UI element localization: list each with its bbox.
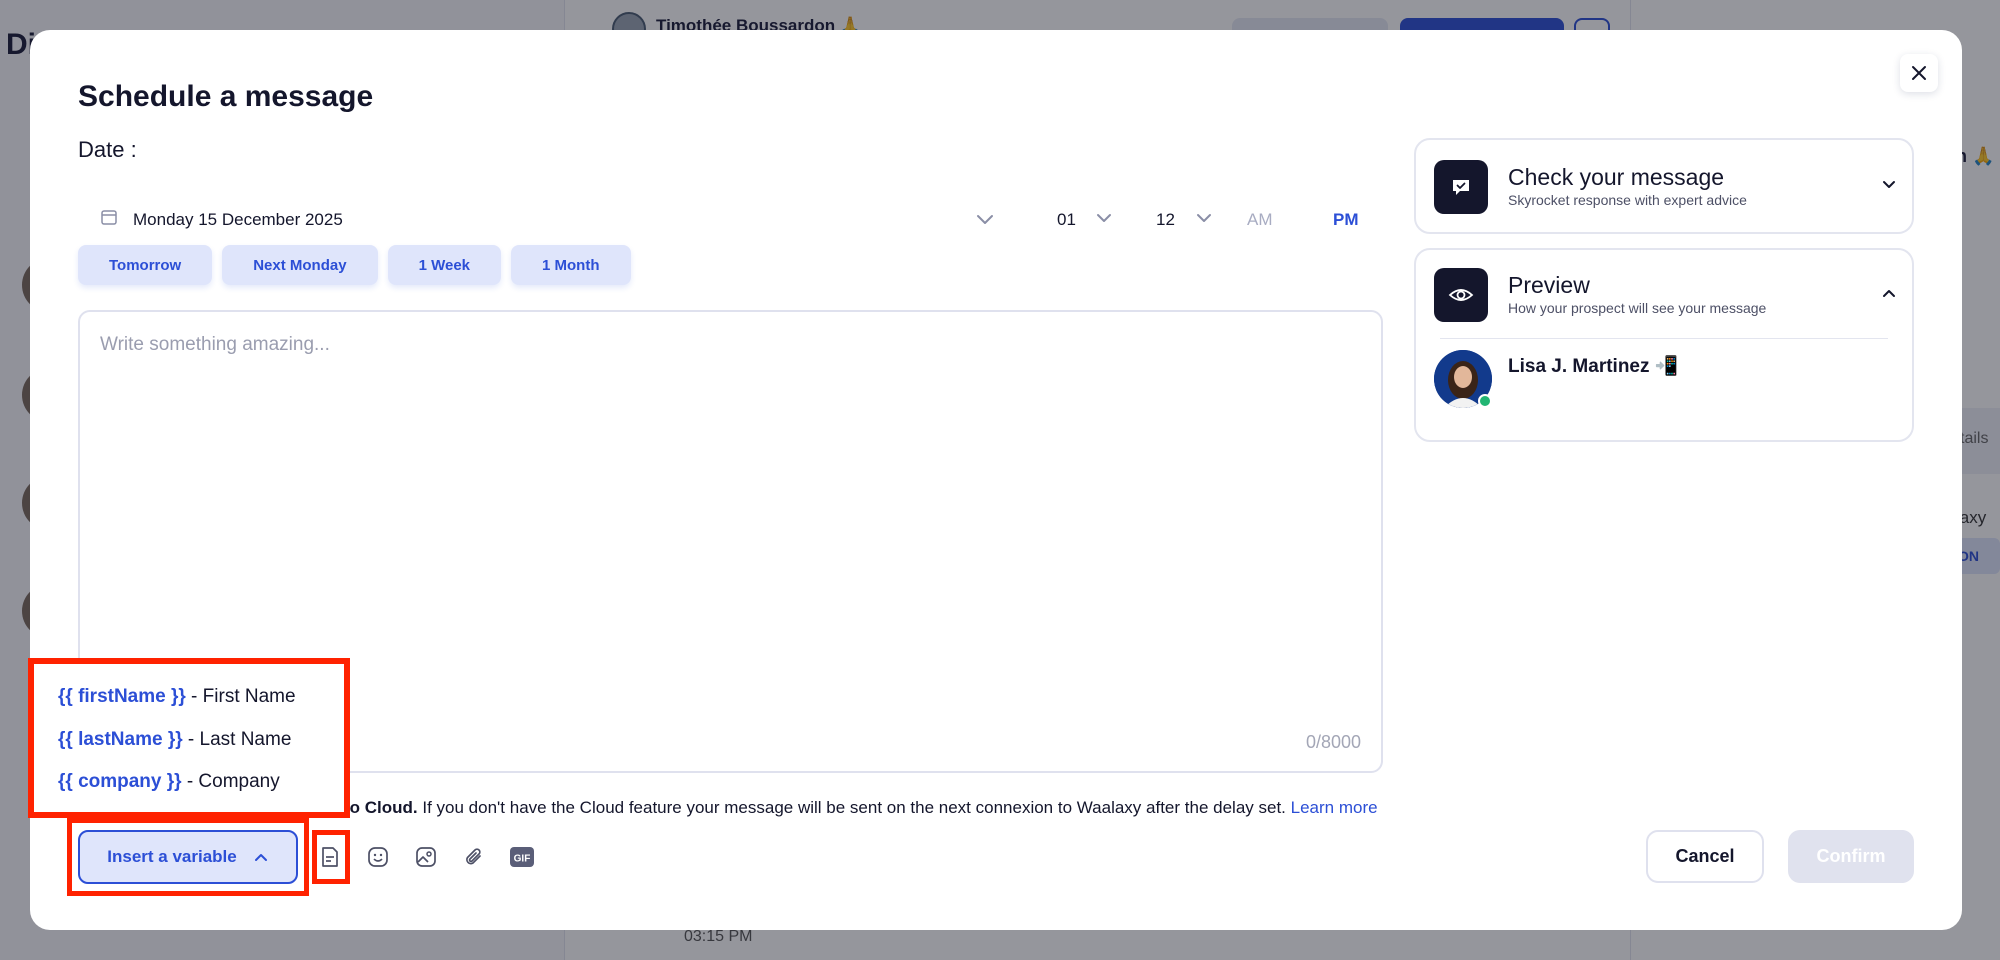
learn-more-link[interactable]: Learn more	[1291, 798, 1378, 817]
online-status-dot	[1478, 394, 1492, 408]
gif-icon: GIF	[510, 847, 534, 867]
modal-title: Schedule a message	[78, 80, 374, 113]
emoji-button[interactable]	[364, 843, 392, 871]
variable-label: - First Name	[185, 686, 296, 707]
confirm-button[interactable]: Confirm	[1788, 830, 1914, 883]
chevron-down-icon[interactable]	[1880, 176, 1898, 199]
variable-code: {{ firstName }}	[58, 686, 186, 707]
chevron-up-icon	[254, 854, 267, 861]
quick-date-buttons: Tomorrow Next Monday 1 Week 1 Month	[78, 245, 631, 285]
quick-date-next-monday[interactable]: Next Monday	[222, 245, 378, 285]
variable-label: - Last Name	[182, 729, 292, 750]
check-message-subtitle: Skyrocket response with expert advice	[1508, 192, 1747, 208]
quick-date-tomorrow[interactable]: Tomorrow	[78, 245, 213, 285]
image-button[interactable]	[412, 843, 440, 871]
emoji-icon	[368, 847, 388, 867]
variable-dropdown: {{ firstName }} - First Name {{ lastName…	[28, 658, 350, 818]
quick-date-1-month[interactable]: 1 Month	[511, 245, 631, 285]
check-message-card[interactable]: Check your message Skyrocket response wi…	[1414, 138, 1914, 234]
message-check-icon	[1434, 160, 1488, 214]
preview-subtitle: How your prospect will see your message	[1508, 300, 1767, 316]
date-time-row: Monday 15 December 2025 01 12 AM PM	[78, 202, 1400, 242]
hour-select[interactable]: 01	[1057, 210, 1076, 230]
am-toggle[interactable]: AM	[1247, 210, 1273, 230]
image-icon	[416, 847, 436, 867]
variable-option-company[interactable]: {{ company }} - Company	[58, 771, 280, 793]
eye-icon	[1434, 268, 1488, 322]
insert-variable-button[interactable]: Insert a variable	[78, 830, 298, 884]
highlight-box	[312, 830, 350, 884]
cloud-note: to Cloud. If you don't have the Cloud fe…	[344, 798, 1378, 818]
chevron-down-icon[interactable]	[1194, 208, 1214, 233]
insert-variable-label: Insert a variable	[107, 847, 237, 866]
variable-code: {{ company }}	[58, 771, 182, 792]
divider	[1440, 338, 1888, 339]
chevron-up-icon[interactable]	[1880, 284, 1898, 307]
variable-label: - Company	[181, 771, 280, 792]
schedule-message-modal: Schedule a message Date : Monday 15 Dece…	[28, 30, 1962, 930]
attachment-icon	[466, 848, 481, 865]
close-icon	[1912, 66, 1926, 80]
variable-option-lastname[interactable]: {{ lastName }} - Last Name	[58, 729, 291, 751]
calendar-icon	[100, 208, 118, 231]
quick-date-1-week[interactable]: 1 Week	[387, 245, 502, 285]
preview-title: Preview	[1508, 272, 1590, 298]
attachment-button[interactable]	[460, 843, 488, 871]
chevron-down-icon[interactable]	[974, 208, 996, 235]
preview-card: Preview How your prospect will see your …	[1414, 248, 1914, 442]
gif-button[interactable]: GIF	[508, 843, 536, 871]
cancel-button[interactable]: Cancel	[1646, 830, 1764, 883]
check-message-title: Check your message	[1508, 164, 1725, 190]
editor-placeholder: Write something amazing...	[100, 334, 330, 355]
date-label: Date :	[78, 137, 137, 162]
cloud-note-bold: to Cloud.	[344, 798, 418, 817]
char-counter: 0/8000	[1305, 732, 1361, 752]
cloud-note-text: If you don't have the Cloud feature your…	[417, 798, 1291, 817]
date-picker[interactable]: Monday 15 December 2025	[133, 210, 343, 230]
prospect-name: Lisa J. Martinez 📲	[1508, 356, 1679, 377]
minute-select[interactable]: 12	[1156, 210, 1175, 230]
variable-code: {{ lastName }}	[58, 729, 183, 750]
variable-option-firstname[interactable]: {{ firstName }} - First Name	[58, 686, 296, 708]
close-button[interactable]	[1900, 54, 1938, 92]
pm-toggle[interactable]: PM	[1333, 210, 1359, 230]
chevron-down-icon[interactable]	[1094, 208, 1114, 233]
svg-text:GIF: GIF	[514, 854, 531, 865]
